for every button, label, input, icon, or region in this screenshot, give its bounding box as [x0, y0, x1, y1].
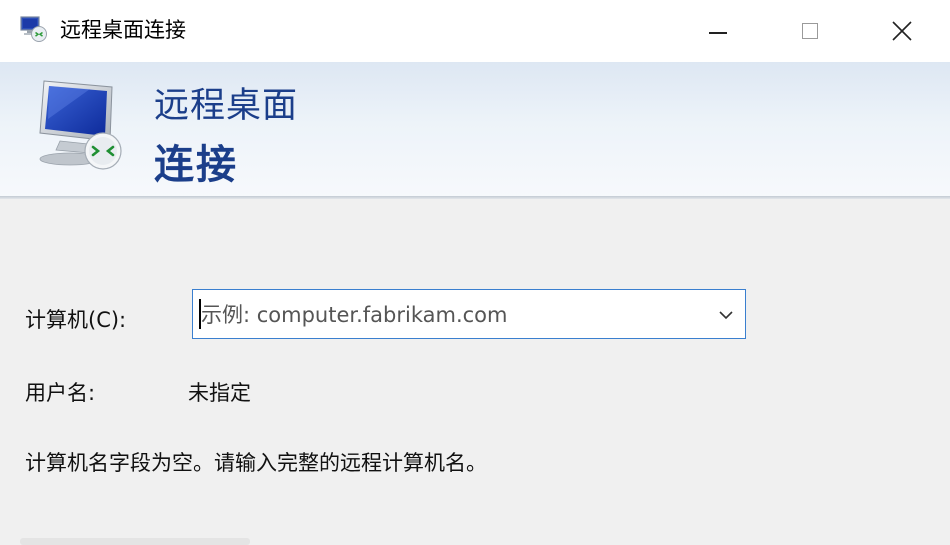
close-button[interactable] [856, 0, 948, 62]
username-value: 未指定 [188, 381, 251, 405]
banner-title-line1: 远程桌面 [154, 86, 299, 126]
options-button-edge[interactable] [20, 538, 250, 545]
computer-combobox[interactable] [192, 289, 746, 339]
title-bar: 远程桌面连接 [0, 0, 950, 62]
chevron-down-icon[interactable] [715, 304, 737, 326]
minimize-button[interactable] [672, 0, 764, 62]
text-caret [199, 299, 201, 329]
maximize-button[interactable] [764, 0, 856, 62]
username-label: 用户名: [25, 381, 96, 405]
banner-divider [0, 196, 950, 199]
computer-input[interactable] [199, 294, 703, 336]
remote-desktop-app-icon[interactable] [20, 15, 48, 43]
close-icon [892, 21, 912, 41]
remote-desktop-monitor-icon [39, 80, 122, 170]
minimize-icon [709, 32, 727, 34]
computer-label: 计算机(C): [25, 308, 127, 332]
banner-title-line2: 连接 [154, 142, 238, 188]
maximize-icon [802, 23, 818, 39]
status-message: 计算机名字段为空。请输入完整的远程计算机名。 [25, 451, 487, 475]
window-title: 远程桌面连接 [60, 18, 186, 42]
header-banner [0, 62, 950, 198]
